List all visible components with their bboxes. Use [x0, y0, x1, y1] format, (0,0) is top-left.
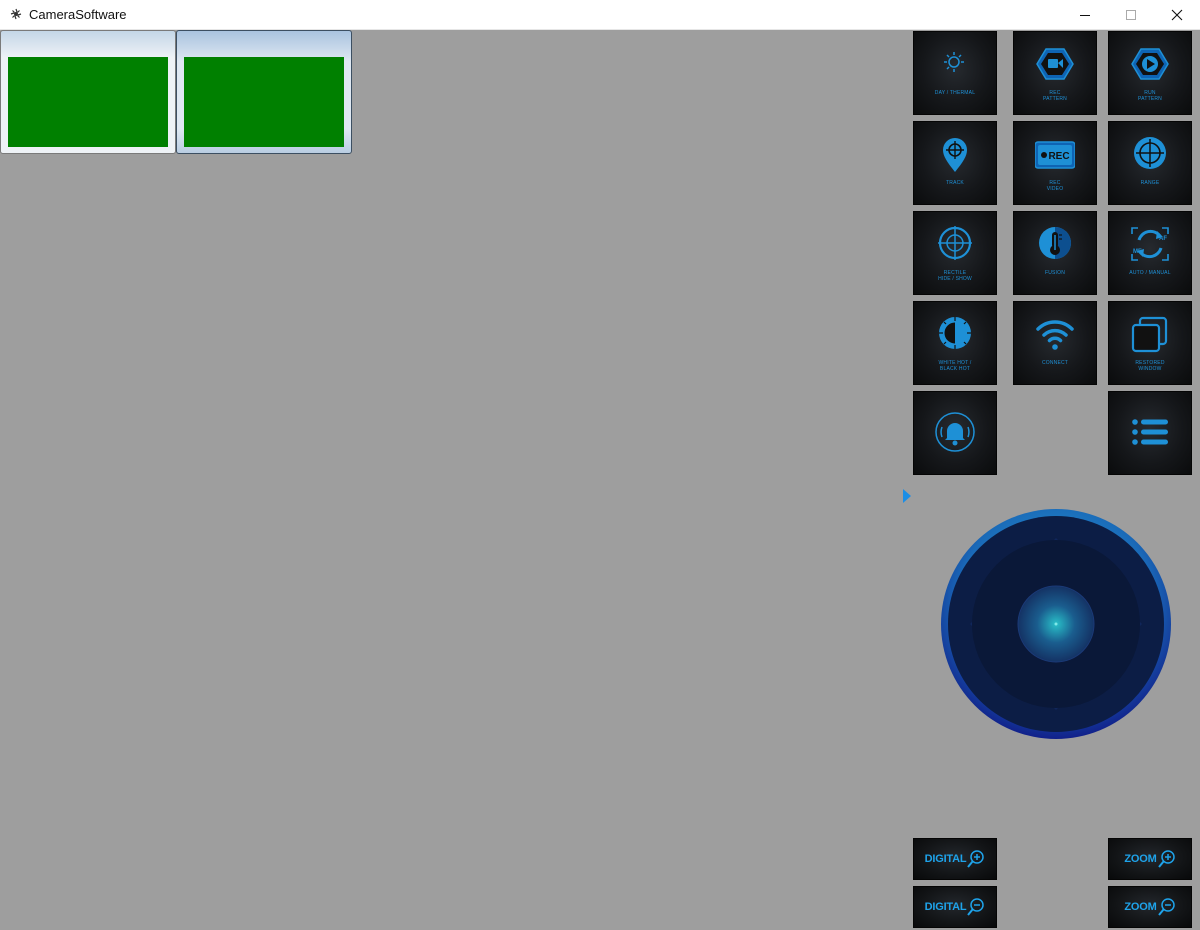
tile-label: TRACK: [946, 180, 964, 186]
sun-moon-icon: [944, 52, 969, 79]
rec-pattern-button[interactable]: REC PATTERN: [1013, 31, 1097, 115]
tile-label: CONNECT: [1041, 360, 1069, 366]
auto-manual-button[interactable]: AF MF AUTO / MANUAL: [1108, 211, 1192, 295]
tile-label: WHITE HOT / BLACK HOT: [938, 360, 972, 372]
joystick-center-dot: [1054, 622, 1058, 626]
optical-zoom-in-button[interactable]: ZOOM: [1108, 838, 1192, 880]
digital-zoom-in-button[interactable]: DIGITAL: [913, 838, 997, 880]
reticle-hide-show-button[interactable]: RECTILE HIDE / SHOW: [913, 211, 997, 295]
restored-window-button[interactable]: RESTORED WINDOW: [1108, 301, 1192, 385]
location-target-icon: [943, 138, 967, 172]
menu-button[interactable]: [1108, 391, 1192, 475]
control-label: ZOOM: [1124, 901, 1157, 913]
restore-window-icon: [1131, 316, 1168, 353]
palette-toggle-icon: [939, 317, 971, 349]
auto-focus-icon: AF MF: [1131, 227, 1169, 261]
connect-button[interactable]: CONNECT: [1013, 301, 1097, 385]
tile-label: REC VIDEO: [1046, 180, 1064, 192]
tile-label: DAY / THERMAL: [934, 90, 976, 96]
fusion-button[interactable]: FUSION: [1013, 211, 1097, 295]
tile-label: RESTORED WINDOW: [1135, 360, 1165, 372]
white-black-hot-button[interactable]: WHITE HOT / BLACK HOT: [913, 301, 997, 385]
wifi-icon: [1036, 320, 1074, 350]
maximize-button[interactable]: [1108, 0, 1154, 29]
camera-thumbnail-1[interactable]: [0, 30, 176, 154]
title-bar: CameraSoftware: [0, 0, 1200, 30]
tile-label: REC PATTERN: [1043, 90, 1067, 102]
ptz-joystick[interactable]: [940, 508, 1172, 740]
maximize-icon: [1126, 9, 1136, 20]
tile-label: AUTO / MANUAL: [1129, 270, 1171, 276]
tile-label: FUSION: [1044, 270, 1066, 276]
close-icon: [1171, 9, 1183, 20]
reticle-icon: [938, 226, 972, 260]
control-label: DIGITAL: [924, 853, 967, 865]
magnifier-minus-icon: [967, 898, 985, 916]
bell-icon: [935, 412, 975, 452]
app-icon: [8, 6, 24, 22]
af-text: AF: [1159, 236, 1167, 242]
window-title: CameraSoftware: [29, 7, 127, 22]
optical-zoom-out-button[interactable]: ZOOM: [1108, 886, 1192, 928]
rec-video-button[interactable]: REC REC VIDEO: [1013, 121, 1097, 205]
control-label: ZOOM: [1124, 853, 1157, 865]
video-preview: [184, 57, 344, 147]
tile-label: RANGE: [1140, 180, 1160, 186]
close-button[interactable]: [1154, 0, 1200, 29]
digital-zoom-out-button[interactable]: DIGITAL: [913, 886, 997, 928]
control-label: DIGITAL: [924, 901, 967, 913]
minimize-button[interactable]: [1062, 0, 1108, 29]
alarm-button[interactable]: [913, 391, 997, 475]
magnifier-plus-icon: [1157, 850, 1175, 868]
range-button[interactable]: RANGE: [1108, 121, 1192, 205]
crosshair-target-icon: [1134, 137, 1166, 169]
thermometer-icon: [1039, 227, 1071, 259]
camera-thumbnail-2[interactable]: [176, 30, 352, 154]
magnifier-plus-icon: [967, 850, 985, 868]
minimize-icon: [1080, 14, 1090, 16]
list-menu-icon: [1132, 419, 1168, 445]
run-pattern-button[interactable]: RUN PATTERN: [1108, 31, 1192, 115]
day-thermal-button[interactable]: DAY / THERMAL: [913, 31, 997, 115]
magnifier-minus-icon: [1157, 898, 1175, 916]
tile-label: RECTILE HIDE / SHOW: [938, 270, 972, 282]
play-icon: [1131, 48, 1169, 80]
mf-text: MF: [1133, 249, 1142, 255]
rec-icon-text: REC: [1048, 151, 1069, 162]
video-preview: [8, 57, 168, 147]
video-camera-icon: [1036, 48, 1074, 80]
record-icon: REC: [1035, 141, 1075, 169]
tile-label: RUN PATTERN: [1138, 90, 1162, 102]
expand-panel-arrow-icon[interactable]: [902, 489, 912, 503]
track-button[interactable]: TRACK: [913, 121, 997, 205]
